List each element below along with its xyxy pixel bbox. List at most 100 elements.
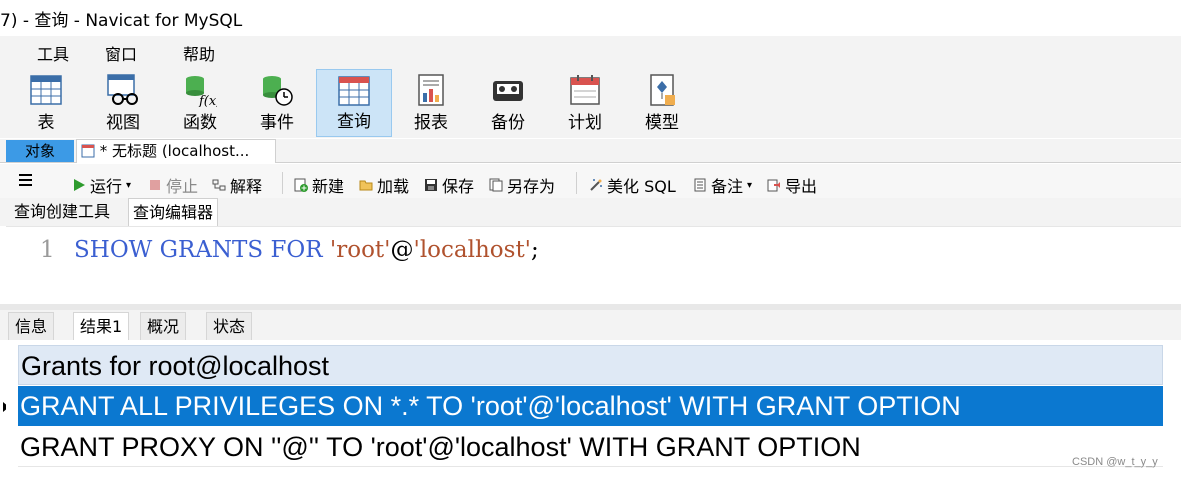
svg-text:f(x): f(x) <box>198 94 217 107</box>
result-grid: Grants for root@localhost GRANT ALL PRIV… <box>6 340 1181 480</box>
save-icon <box>425 179 437 191</box>
comment-dropdown-icon[interactable]: ▾ <box>747 180 752 191</box>
sql-string: 'localhost' <box>413 237 532 263</box>
new-button[interactable]: 新建 <box>294 173 344 197</box>
menu-help[interactable]: 帮助 <box>183 41 215 65</box>
stop-label: 停止 <box>166 177 199 196</box>
view-icon <box>107 74 138 105</box>
sql-string: 'root' <box>329 237 391 263</box>
save-as-icon <box>489 178 503 192</box>
save-button[interactable]: 保存 <box>424 173 474 197</box>
ribbon-function-button[interactable]: f(x) 函数 <box>162 69 238 137</box>
beautify-sql-label: 美化 SQL <box>607 177 676 196</box>
backup-icon <box>493 81 523 101</box>
ribbon-report-button[interactable]: 报表 <box>393 69 469 137</box>
function-icon: f(x) <box>186 76 217 107</box>
document-tab-strip: 对象 * 无标题 (localhost... <box>0 139 1181 163</box>
beautify-sql-button[interactable]: 美化 SQL <box>589 173 676 197</box>
sql-keyword: SHOW <box>74 237 153 263</box>
line-number-gutter: 1 <box>6 227 68 305</box>
sql-operator: @ <box>390 237 414 263</box>
comment-icon <box>694 178 706 192</box>
stop-icon <box>150 180 160 190</box>
column-header[interactable]: Grants for root@localhost <box>18 345 1163 385</box>
explain-icon <box>212 179 226 191</box>
ribbon-backup-label: 备份 <box>491 113 525 133</box>
tab-result1[interactable]: 结果1 <box>73 312 130 340</box>
comment-label: 备注 <box>711 177 744 196</box>
ribbon-view-label: 视图 <box>106 113 140 133</box>
model-icon <box>650 74 675 106</box>
sql-keyword: GRANTS <box>159 237 264 263</box>
sql-code-line[interactable]: SHOW GRANTS FOR 'root'@'localhost'; <box>74 237 539 263</box>
ribbon-schedule-label: 计划 <box>568 113 602 133</box>
tab-status[interactable]: 状态 <box>206 312 253 340</box>
tab-query-editor[interactable]: 查询编辑器 <box>128 198 219 226</box>
export-icon <box>767 179 780 192</box>
ribbon-query-label: 查询 <box>337 112 371 132</box>
hamburger-icon <box>19 174 32 186</box>
ribbon-model-label: 模型 <box>645 113 679 133</box>
result-tabs: 信息 结果1 概况 状态 <box>0 310 1181 340</box>
ribbon-event-button[interactable]: 事件 <box>239 69 315 137</box>
event-icon <box>263 76 293 106</box>
ribbon-backup-button[interactable]: 备份 <box>470 69 546 137</box>
tab-query-builder[interactable]: 查询创建工具 <box>10 198 114 226</box>
table-row[interactable]: GRANT PROXY ON ''@'' TO 'root'@'localhos… <box>18 427 1163 467</box>
watermark: CSDN @w_t_y_y <box>1072 456 1158 468</box>
ribbon-event-label: 事件 <box>260 113 294 133</box>
new-icon <box>294 178 308 192</box>
report-icon <box>418 74 444 106</box>
explain-button[interactable]: 解释 <box>212 173 262 197</box>
stop-button[interactable]: 停止 <box>148 173 198 197</box>
tab-query-document-label: * 无标题 (localhost... <box>99 142 250 160</box>
main-ribbon: 表 视图 f(x) 函数 事件 <box>0 66 1181 138</box>
comment-button[interactable]: 备注 ▾ <box>693 173 752 197</box>
ribbon-table-button[interactable]: 表 <box>8 69 84 137</box>
run-icon <box>74 179 85 191</box>
query-toolbar: 运行 ▾ 停止 解释 新建 加载 保存 另存为 美化 SQL 备注 ▾ 导出 <box>0 164 1181 200</box>
query-icon <box>338 76 370 106</box>
new-label: 新建 <box>312 177 345 196</box>
run-dropdown-icon[interactable]: ▾ <box>126 180 131 191</box>
explain-label: 解释 <box>230 177 263 196</box>
load-button[interactable]: 加载 <box>359 173 409 197</box>
save-label: 保存 <box>442 177 475 196</box>
sql-terminator: ; <box>531 237 539 263</box>
hamburger-menu-button[interactable] <box>18 173 34 187</box>
title-bar: 7) - 查询 - Navicat for MySQL <box>0 0 1181 36</box>
export-label: 导出 <box>785 177 818 196</box>
line-number: 1 <box>40 237 55 263</box>
ribbon-view-button[interactable]: 视图 <box>85 69 161 137</box>
editor-mode-tabs: 查询创建工具 查询编辑器 <box>0 198 1181 226</box>
save-as-button[interactable]: 另存为 <box>489 173 555 197</box>
tab-message[interactable]: 信息 <box>8 312 55 340</box>
menu-window[interactable]: 窗口 <box>105 41 137 65</box>
tab-profile[interactable]: 概况 <box>140 312 187 340</box>
tab-objects[interactable]: 对象 <box>6 140 74 162</box>
magic-wand-icon <box>590 179 602 191</box>
folder-icon <box>359 180 373 191</box>
table-icon <box>30 75 62 105</box>
sql-keyword: FOR <box>270 237 323 263</box>
run-label: 运行 <box>90 177 123 196</box>
menu-bar: 工具 窗口 帮助 <box>0 36 1181 66</box>
window-title: 7) - 查询 - Navicat for MySQL <box>0 11 243 31</box>
ribbon-model-button[interactable]: 模型 <box>624 69 700 137</box>
toolbar-separator <box>282 172 283 194</box>
table-row[interactable]: GRANT ALL PRIVILEGES ON *.* TO 'root'@'l… <box>18 386 1163 426</box>
run-button[interactable]: 运行 ▾ <box>72 173 131 197</box>
toolbar-separator <box>576 172 577 194</box>
ribbon-table-label: 表 <box>37 113 55 133</box>
save-as-label: 另存为 <box>507 177 556 196</box>
schedule-icon <box>570 75 600 105</box>
ribbon-function-label: 函数 <box>183 113 217 133</box>
ribbon-report-label: 报表 <box>414 113 448 133</box>
menu-tools[interactable]: 工具 <box>37 41 69 65</box>
sql-editor[interactable]: 1 SHOW GRANTS FOR 'root'@'localhost'; <box>6 226 1181 305</box>
export-button[interactable]: 导出 <box>767 173 817 197</box>
tab-query-document[interactable]: * 无标题 (localhost... <box>76 139 276 163</box>
query-doc-icon <box>81 144 95 158</box>
ribbon-schedule-button[interactable]: 计划 <box>547 69 623 137</box>
ribbon-query-button[interactable]: 查询 <box>316 69 392 137</box>
